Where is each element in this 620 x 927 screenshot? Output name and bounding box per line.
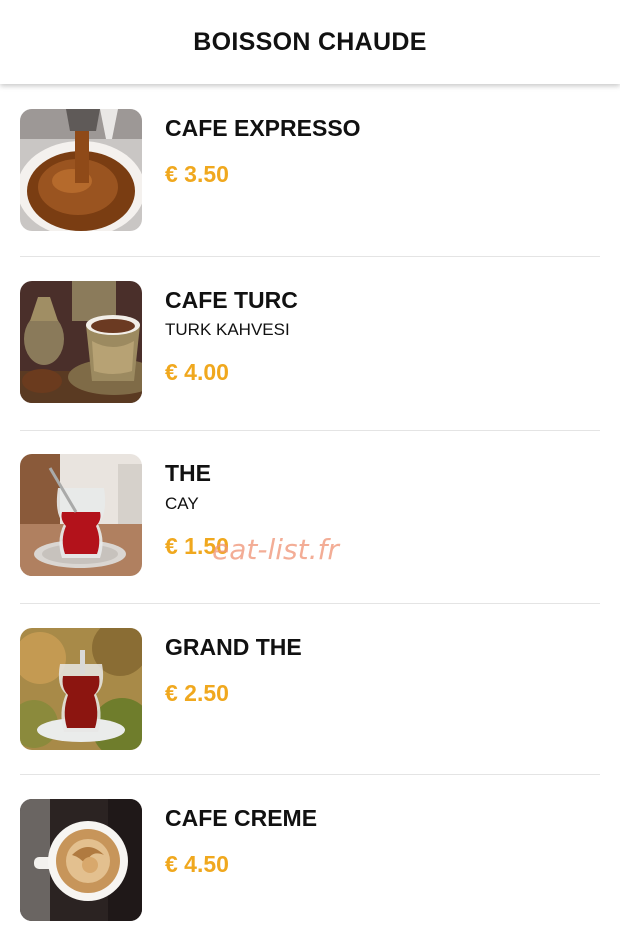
item-subtitle: TURK KAHVESI: [165, 320, 290, 339]
turkish-tea-glass-photo: [20, 454, 142, 576]
item-divider: [20, 430, 600, 431]
cafe-creme-cup-photo: [20, 799, 142, 921]
item-price: € 2.50: [165, 680, 229, 706]
item-subtitle: CAY: [165, 494, 199, 513]
watermark-text: eat-list.fr: [212, 533, 339, 566]
espresso-cup-photo: [20, 109, 142, 231]
item-price: € 4.00: [165, 359, 229, 385]
item-divider: [20, 774, 600, 775]
turkish-coffee-set-photo: [20, 281, 142, 403]
page-title: BOISSON CHAUDE: [193, 27, 427, 56]
item-name: THE: [165, 460, 211, 486]
large-tea-glass-photo: [20, 628, 142, 750]
menu-item-grand-the[interactable]: GRAND THE € 2.50: [20, 628, 600, 750]
menu-item-cafe-creme[interactable]: CAFE CREME € 4.50: [20, 799, 600, 921]
item-divider: [20, 256, 600, 257]
item-name: CAFE EXPRESSO: [165, 115, 361, 141]
item-price: € 3.50: [165, 161, 229, 187]
item-name: CAFE TURC: [165, 287, 298, 313]
item-price: € 4.50: [165, 851, 229, 877]
menu-item-cafe-turc[interactable]: CAFE TURC TURK KAHVESI € 4.00: [20, 281, 600, 403]
menu-item-cafe-expresso[interactable]: CAFE EXPRESSO € 3.50: [20, 109, 600, 231]
item-divider: [20, 603, 600, 604]
item-name: CAFE CREME: [165, 805, 318, 831]
page-header: BOISSON CHAUDE: [0, 0, 620, 84]
item-name: GRAND THE: [165, 634, 302, 660]
